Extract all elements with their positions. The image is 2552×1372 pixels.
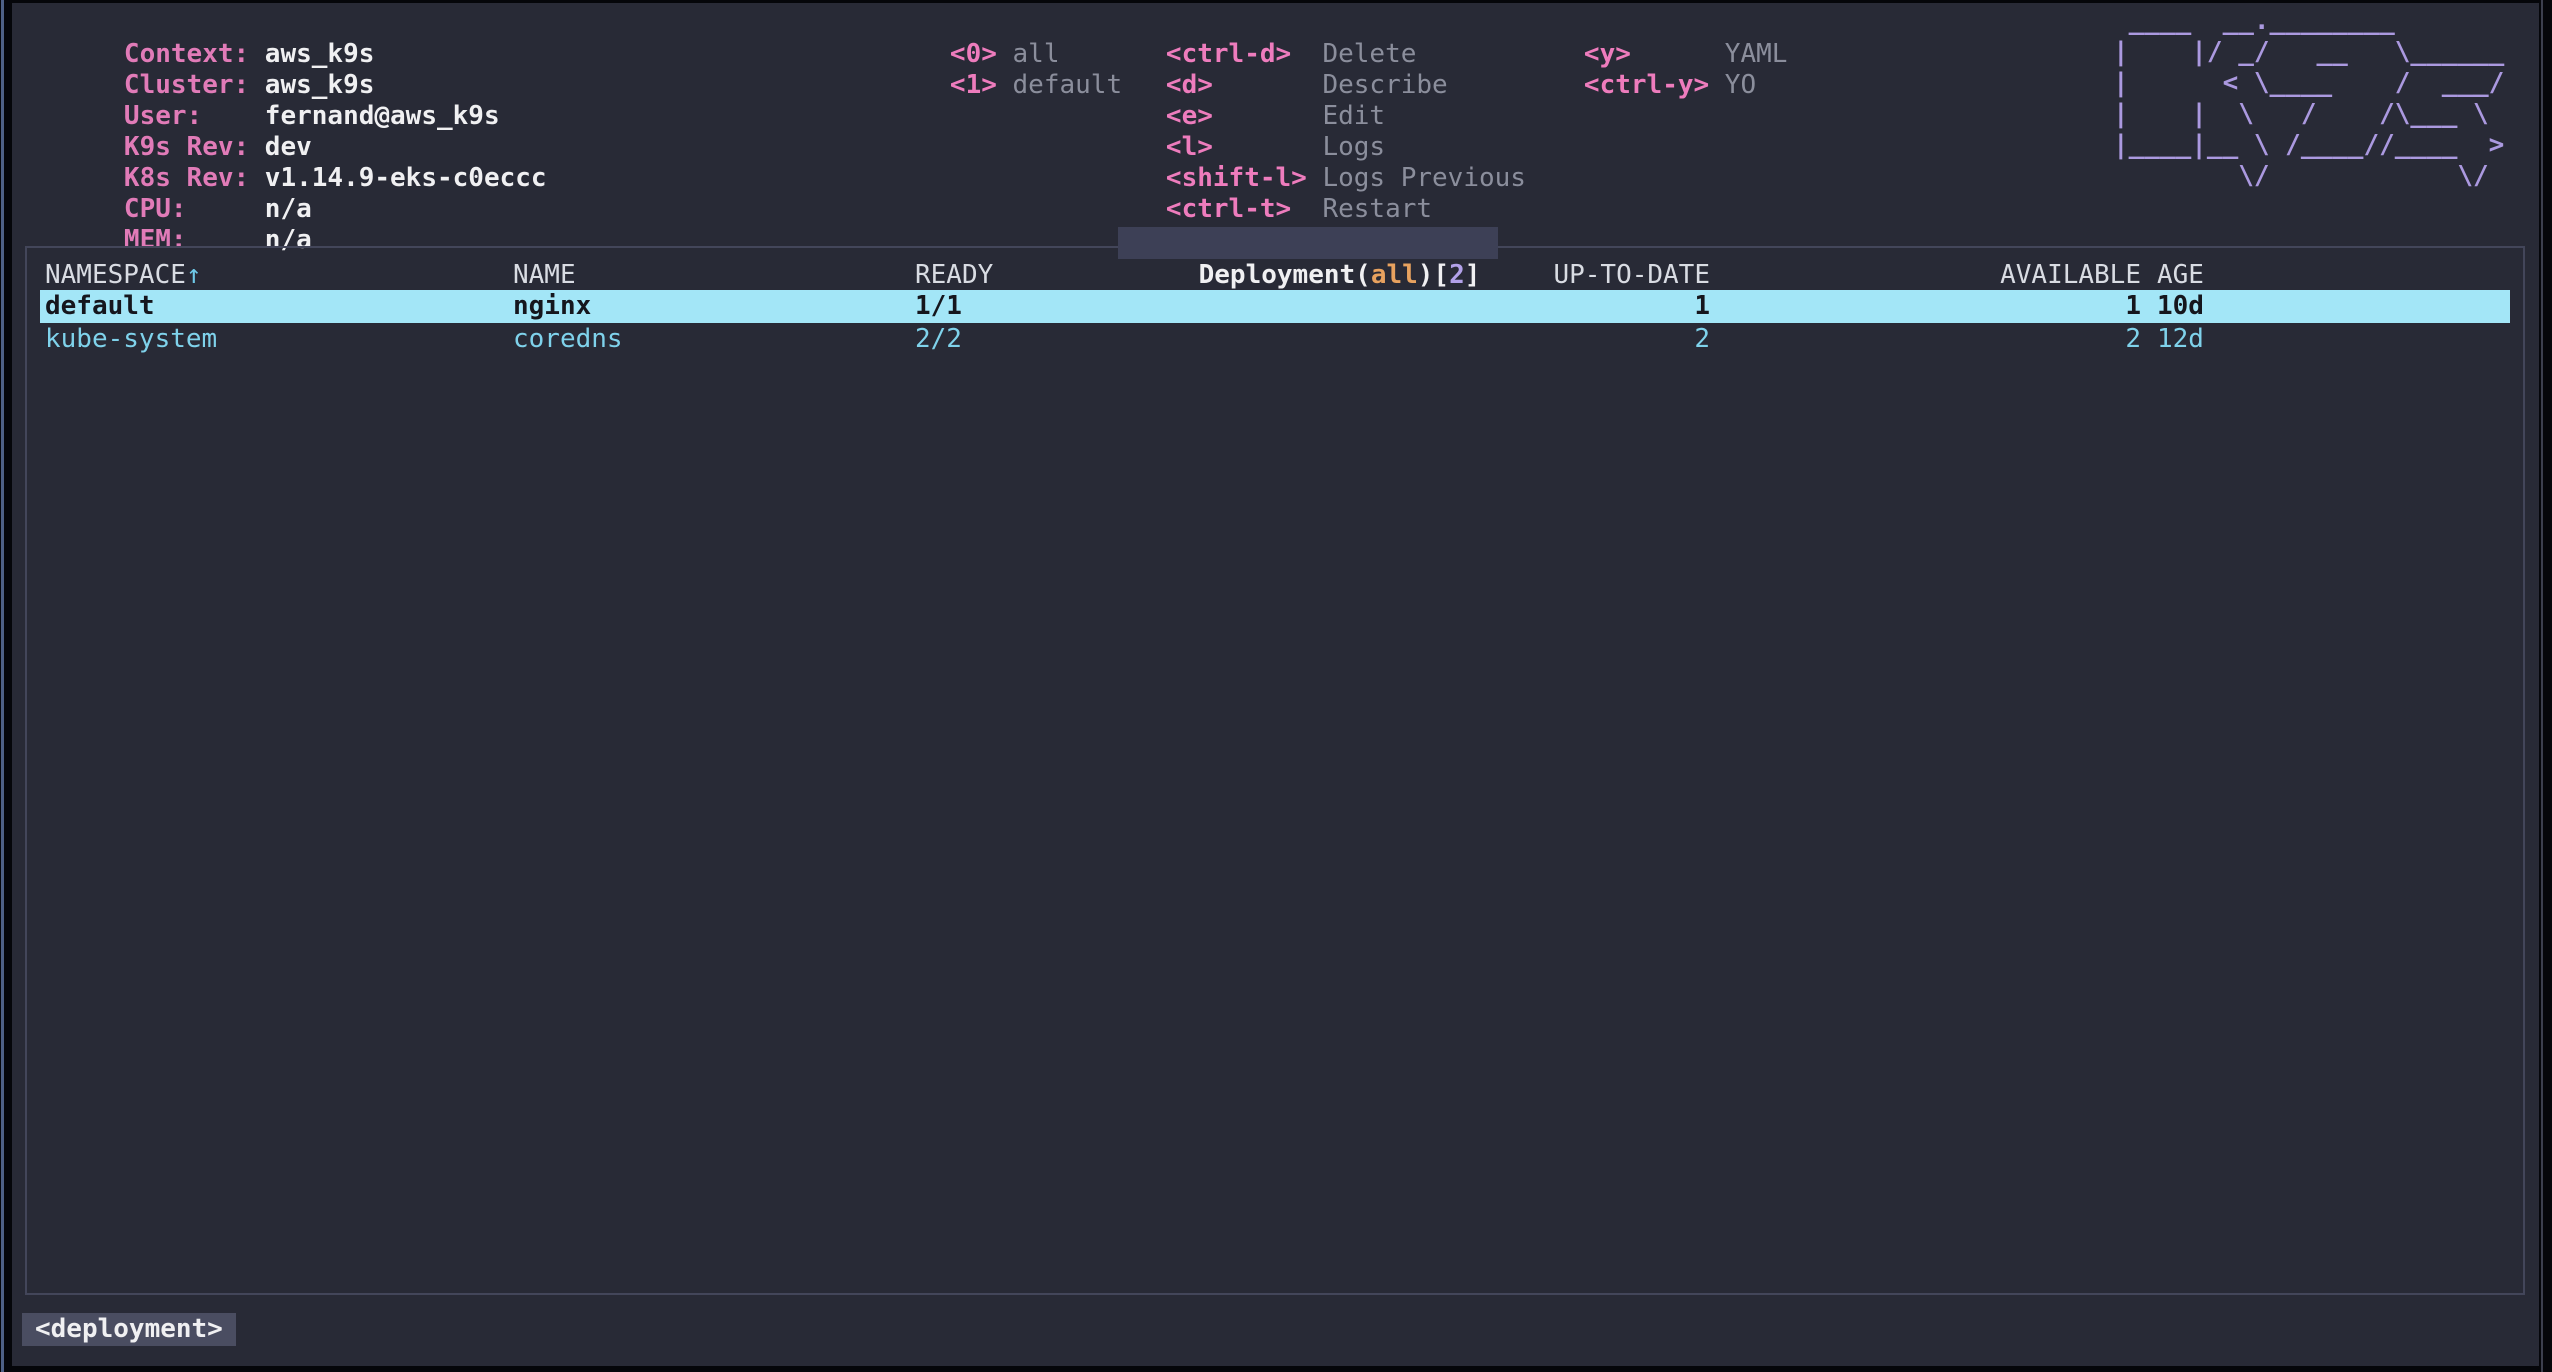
table-header-row: NAMESPACE↑ NAME READY UP-TO-DATE AVAILAB… [0, 259, 2552, 292]
table-row-nginx[interactable]: default nginx 1/1 1 1 10d [0, 290, 2552, 323]
table-panel-border [25, 246, 2525, 1295]
hotkey-label: Edit [1322, 101, 1385, 131]
info-value: dev [265, 132, 312, 162]
hotkey-label: all [1013, 39, 1060, 69]
hotkey-key: <y> [1584, 39, 1725, 70]
info-value: aws_k9s [265, 70, 375, 100]
cell-up-to-date: 2 [1470, 323, 1710, 356]
hotkey-label: YAML [1725, 39, 1788, 69]
info-label: K9s Rev: [124, 132, 265, 163]
breadcrumb-deployment[interactable]: <deployment> [22, 1313, 236, 1346]
logo-line: |____|__ \ /____//____ > [2113, 130, 2504, 161]
window-left-edge [1, 0, 4, 1372]
hotkey-label: YO [1725, 70, 1756, 100]
info-label: User: [124, 101, 265, 132]
hotkey-key: <d> [1166, 70, 1323, 101]
logo-line: \/ \/ [2113, 161, 2504, 192]
logo-line: ____ __.________ [2113, 6, 2504, 37]
cell-namespace: default [45, 290, 155, 323]
cell-namespace: kube-system [45, 323, 217, 356]
info-label: CPU: [124, 194, 265, 225]
hotkeys-yaml: <y>YAML <ctrl-y>YO [1490, 8, 1787, 70]
logo-line: | |/ _/ __ \______ [2113, 37, 2504, 68]
info-value: aws_k9s [265, 39, 375, 69]
hotkey-key: <1> [950, 70, 1013, 101]
hotkey-key: <shift-l> [1166, 163, 1323, 194]
info-value: v1.14.9-eks-c0eccc [265, 163, 547, 193]
hotkey-delete: <ctrl-d>Delete [1072, 8, 1526, 39]
cell-available: 2 [1901, 323, 2141, 356]
hotkey-key: <ctrl-t> [1166, 194, 1323, 225]
sort-arrow-icon: ↑ [186, 260, 202, 290]
window-right-edge [2541, 0, 2543, 1372]
header-name: NAME [513, 259, 576, 292]
cell-ready: 1/1 [915, 290, 962, 323]
k9s-terminal: Context:aws_k9s Cluster:aws_k9s User:fer… [0, 0, 2552, 1372]
hotkey-label: Logs Previous [1322, 163, 1526, 193]
logo-line: | | \ / /\___ \ [2113, 99, 2504, 130]
info-row-context: Context:aws_k9s [30, 8, 547, 39]
header-namespace-label: NAMESPACE [45, 260, 186, 290]
hotkey-key: <ctrl-y> [1584, 70, 1725, 101]
table-title-badge: Deployment(all)[2] [1118, 227, 1498, 259]
hotkey-label: Delete [1322, 39, 1416, 69]
logo-line: | < \____ / ___/ [2113, 68, 2504, 99]
cell-age: 12d [2157, 323, 2204, 356]
info-value: n/a [265, 194, 312, 224]
hotkey-yaml: <y>YAML [1490, 8, 1787, 39]
cell-up-to-date: 1 [1470, 290, 1710, 323]
cell-name: coredns [513, 323, 623, 356]
cell-age: 10d [2157, 290, 2204, 323]
k9s-ascii-logo: ____ __.________ | |/ _/ __ \______ | < … [2113, 6, 2504, 192]
header-up-to-date: UP-TO-DATE [1470, 259, 1710, 292]
header-ready: READY [915, 259, 993, 292]
hotkeys-actions: <ctrl-d>Delete <d>Describe <e>Edit <l>Lo… [1072, 8, 1526, 225]
cell-available: 1 [1901, 290, 2141, 323]
hotkey-key: <e> [1166, 101, 1323, 132]
info-label: Context: [124, 39, 265, 70]
header-age: AGE [2157, 259, 2204, 292]
header-available: AVAILABLE [1901, 259, 2141, 292]
info-label: Cluster: [124, 70, 265, 101]
cell-name: nginx [513, 290, 591, 323]
hotkey-label: Restart [1322, 194, 1432, 224]
hotkey-label: Describe [1322, 70, 1447, 100]
info-label: K8s Rev: [124, 163, 265, 194]
table-row-coredns[interactable]: kube-system coredns 2/2 2 2 12d [0, 323, 2552, 356]
hotkey-key: <l> [1166, 132, 1323, 163]
hotkey-key: <ctrl-d> [1166, 39, 1323, 70]
hotkey-label: Logs [1322, 132, 1385, 162]
hotkey-key: <0> [950, 39, 1013, 70]
cell-ready: 2/2 [915, 323, 962, 356]
cluster-info-panel: Context:aws_k9s Cluster:aws_k9s User:fer… [30, 8, 547, 225]
header-namespace: NAMESPACE↑ [45, 259, 202, 292]
info-value: fernand@aws_k9s [265, 101, 500, 131]
